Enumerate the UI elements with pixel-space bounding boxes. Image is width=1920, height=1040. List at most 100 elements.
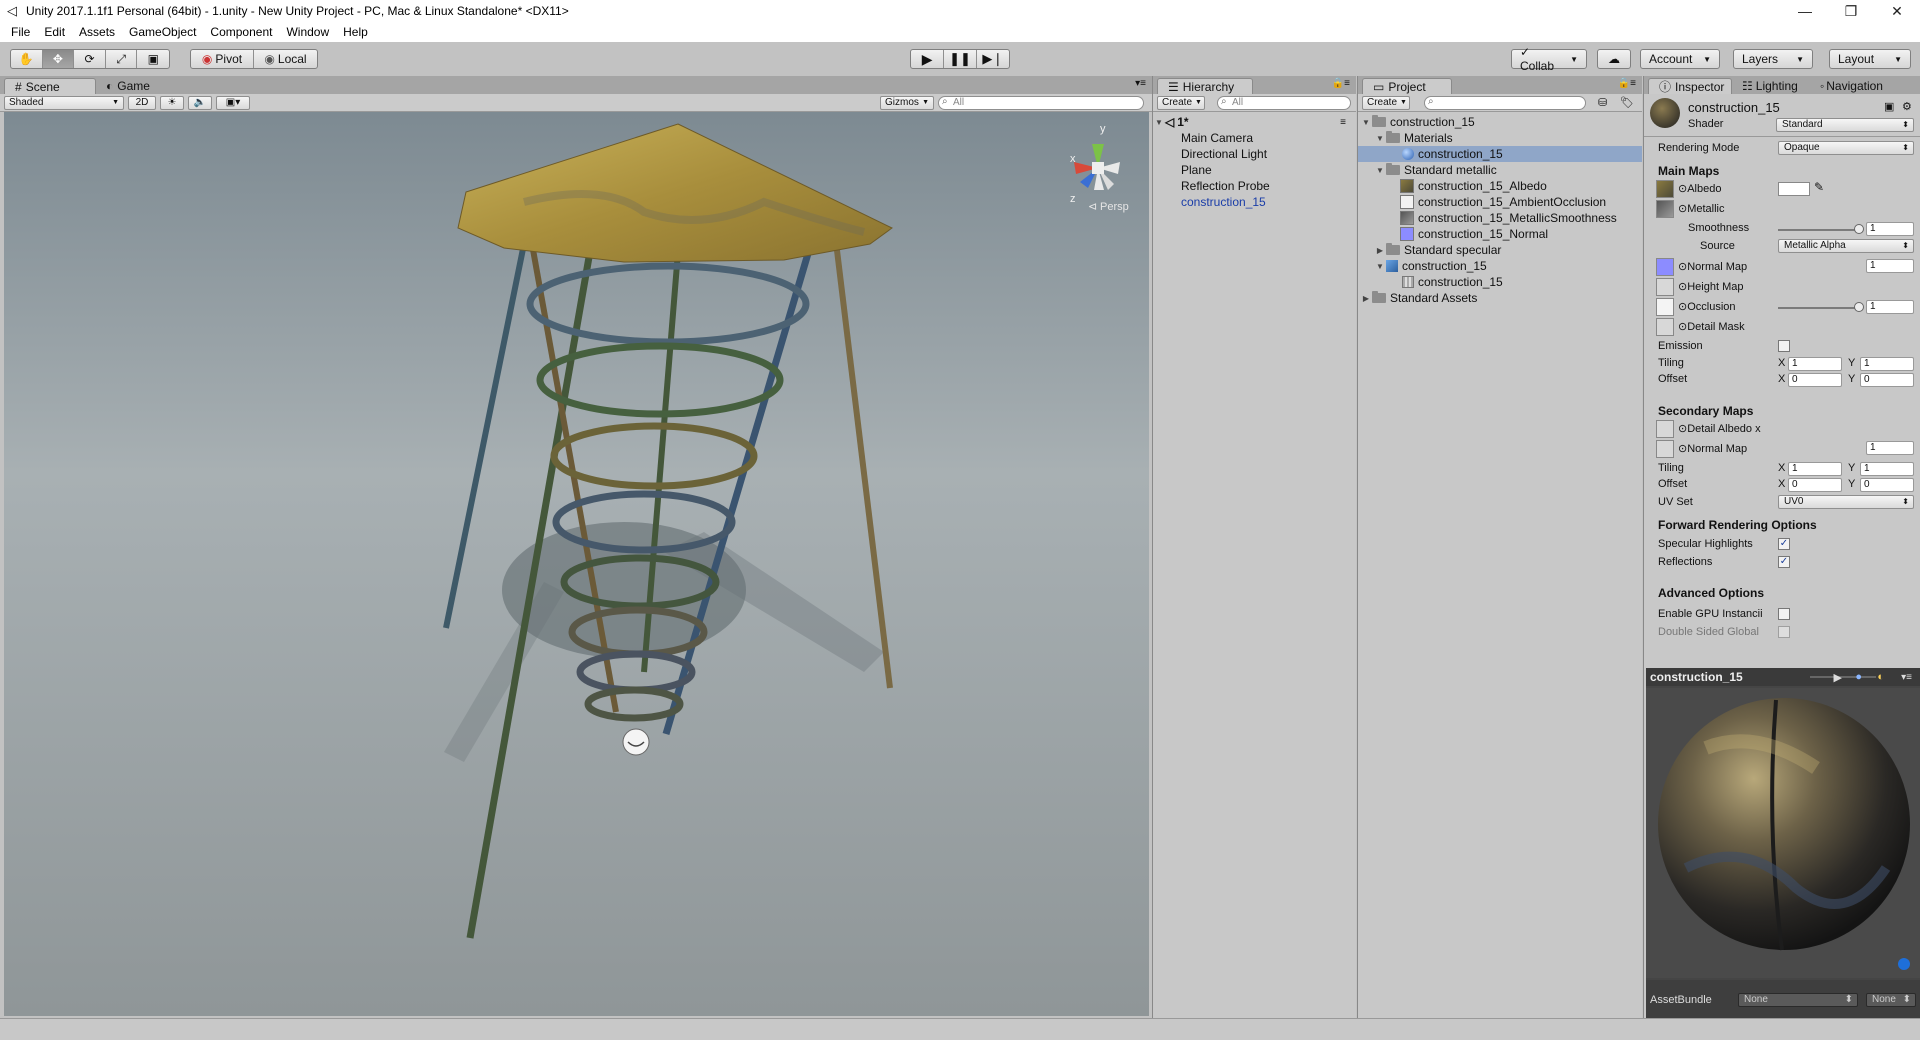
help-icon[interactable]: ▣ xyxy=(1884,100,1894,113)
tab-inspector[interactable]: ⓘ Inspector xyxy=(1648,78,1732,94)
picker-dot-icon[interactable]: ⊙ xyxy=(1678,183,1687,195)
project-create-button[interactable]: Create ▼ xyxy=(1362,95,1410,110)
persp-label[interactable]: Persp xyxy=(1100,201,1129,213)
2d-toggle[interactable]: 2D xyxy=(128,95,156,110)
scale-tool-icon[interactable]: ⤢ xyxy=(106,50,138,68)
detail-mask-slot[interactable] xyxy=(1656,318,1674,336)
pause-button[interactable]: ❚❚ xyxy=(944,50,977,68)
emission-checkbox[interactable] xyxy=(1778,340,1790,352)
rotate-tool-icon[interactable]: ⟳ xyxy=(74,50,106,68)
shader-dropdown[interactable]: Standard xyxy=(1776,118,1914,132)
project-item[interactable]: ▶ Standard Assets xyxy=(1358,290,1642,306)
gear-icon[interactable]: ⚙ xyxy=(1902,100,1912,113)
detail-albedo-slot[interactable] xyxy=(1656,420,1674,438)
offset2-y-input[interactable]: 0 xyxy=(1860,478,1914,492)
scene-root[interactable]: ▼ ◁ 1* ≡ xyxy=(1153,114,1356,130)
offset-x-input[interactable]: 0 xyxy=(1788,373,1842,387)
gizmos-dropdown[interactable]: Gizmos ▼ xyxy=(880,95,934,110)
hierarchy-item[interactable]: Reflection Probe xyxy=(1153,178,1356,194)
lock-icon[interactable]: 🔒≡ xyxy=(1332,78,1350,89)
preview-menu-icon[interactable]: ▾≡ xyxy=(1901,672,1912,683)
preview-sphere-icon[interactable]: ● xyxy=(1855,671,1862,683)
project-item[interactable]: construction_15_MetallicSmoothness xyxy=(1358,210,1642,226)
smoothness-slider-track[interactable] xyxy=(1778,229,1858,231)
hierarchy-create-button[interactable]: Create ▼ xyxy=(1157,95,1205,110)
panel-menu-icon[interactable]: ▾≡ xyxy=(1135,78,1146,89)
effects-dropdown-icon[interactable]: ▣▾ xyxy=(216,95,250,110)
albedo-texture-slot[interactable] xyxy=(1656,180,1674,198)
preview-drag-handle[interactable] xyxy=(1810,676,1876,678)
preview-play-icon[interactable]: ▶ xyxy=(1834,671,1842,684)
metallic-texture-slot[interactable] xyxy=(1656,200,1674,218)
source-dropdown[interactable]: Metallic Alpha xyxy=(1778,239,1914,253)
tiling2-y-input[interactable]: 1 xyxy=(1860,462,1914,476)
picker-dot-icon[interactable]: ⊙ xyxy=(1678,261,1687,273)
tab-hierarchy[interactable]: ☰ Hierarchy xyxy=(1157,78,1253,94)
shading-dropdown[interactable]: Shaded ▼ xyxy=(4,95,124,110)
layers-dropdown[interactable]: Layers ▼ xyxy=(1733,49,1813,69)
pivot-button[interactable]: ◉ Pivot xyxy=(191,50,255,68)
play-button[interactable]: ▶ xyxy=(911,50,945,68)
picker-dot-icon[interactable]: ⊙ xyxy=(1678,203,1687,215)
gpu-instancing-checkbox[interactable] xyxy=(1778,608,1790,620)
occlusion-slider-track[interactable] xyxy=(1778,307,1858,309)
picker-dot-icon[interactable]: ⊙ xyxy=(1678,321,1687,333)
detail-normal-slot[interactable] xyxy=(1656,440,1674,458)
assetbundle-dropdown[interactable]: None ⬍ xyxy=(1738,993,1858,1007)
menu-edit[interactable]: Edit xyxy=(37,25,72,39)
scene-search-input[interactable]: All xyxy=(938,95,1144,110)
close-button[interactable]: ✕ xyxy=(1874,0,1920,22)
filter-label-icon[interactable]: 🏷 xyxy=(1620,96,1634,109)
tiling2-x-input[interactable]: 1 xyxy=(1788,462,1842,476)
project-item[interactable]: ▼ construction_15 xyxy=(1358,258,1642,274)
scene-menu-icon[interactable]: ≡ xyxy=(1340,117,1346,128)
menu-window[interactable]: Window xyxy=(279,25,336,39)
cloud-button[interactable]: ☁ xyxy=(1597,49,1631,69)
offset2-x-input[interactable]: 0 xyxy=(1788,478,1842,492)
project-item[interactable]: construction_15_Albedo xyxy=(1358,178,1642,194)
lighting-toggle-icon[interactable]: ☀ xyxy=(160,95,184,110)
menu-gameobject[interactable]: GameObject xyxy=(122,25,203,39)
project-item[interactable]: construction_15 xyxy=(1358,274,1642,290)
smoothness-input[interactable]: 1 xyxy=(1866,222,1914,236)
project-search-input[interactable] xyxy=(1424,95,1586,110)
hierarchy-search-input[interactable]: All xyxy=(1217,95,1351,110)
hierarchy-item[interactable]: Directional Light xyxy=(1153,146,1356,162)
move-tool-icon[interactable]: ✥ xyxy=(42,50,75,68)
tiling-x-input[interactable]: 1 xyxy=(1788,357,1842,371)
rendering-mode-dropdown[interactable]: Opaque xyxy=(1778,141,1914,155)
project-item[interactable]: ▶ Standard specular xyxy=(1358,242,1642,258)
uv-set-dropdown[interactable]: UV0 xyxy=(1778,495,1914,509)
picker-dot-icon[interactable]: ⊙ xyxy=(1678,423,1687,435)
normal-scale-input[interactable]: 1 xyxy=(1866,259,1914,273)
tab-scene[interactable]: # Scene xyxy=(4,78,96,94)
project-item[interactable]: ▼ construction_15 xyxy=(1358,114,1642,130)
menu-assets[interactable]: Assets xyxy=(72,25,122,39)
tab-project[interactable]: ▭ Project xyxy=(1362,78,1452,94)
audio-toggle-icon[interactable]: 🔈 xyxy=(188,95,212,110)
layout-dropdown[interactable]: Layout ▼ xyxy=(1829,49,1911,69)
orientation-gizmo[interactable] xyxy=(1074,144,1120,190)
project-item[interactable]: ▼ Materials xyxy=(1358,130,1642,146)
lock-icon[interactable]: 🔒≡ xyxy=(1618,78,1636,89)
eyedropper-icon[interactable]: ✎ xyxy=(1814,180,1824,194)
menu-file[interactable]: File xyxy=(4,25,37,39)
step-button[interactable]: ▶❘ xyxy=(977,50,1009,68)
project-item[interactable]: construction_15_Normal xyxy=(1358,226,1642,242)
local-button[interactable]: ◉ Local xyxy=(254,50,317,68)
rect-tool-icon[interactable]: ▣ xyxy=(137,50,169,68)
picker-dot-icon[interactable]: ⊙ xyxy=(1678,281,1687,293)
picker-dot-icon[interactable]: ⊙ xyxy=(1678,301,1687,313)
project-item[interactable]: construction_15_AmbientOcclusion xyxy=(1358,194,1642,210)
tab-lighting[interactable]: ☷ Lighting xyxy=(1732,78,1810,94)
hand-tool-icon[interactable]: ✋ xyxy=(11,50,43,68)
preview-viewport[interactable] xyxy=(1646,688,1920,978)
picker-dot-icon[interactable]: ⊙ xyxy=(1678,443,1687,455)
occlusion-input[interactable]: 1 xyxy=(1866,300,1914,314)
reflections-checkbox[interactable]: ✓ xyxy=(1778,556,1790,568)
scene-viewport[interactable]: y x z ⊲ Persp xyxy=(4,112,1149,1016)
tiling-y-input[interactable]: 1 xyxy=(1860,357,1914,371)
hierarchy-item[interactable]: Main Camera xyxy=(1153,130,1356,146)
filter-type-icon[interactable]: ⛁ xyxy=(1598,96,1607,109)
smoothness-slider-knob[interactable] xyxy=(1854,224,1864,234)
